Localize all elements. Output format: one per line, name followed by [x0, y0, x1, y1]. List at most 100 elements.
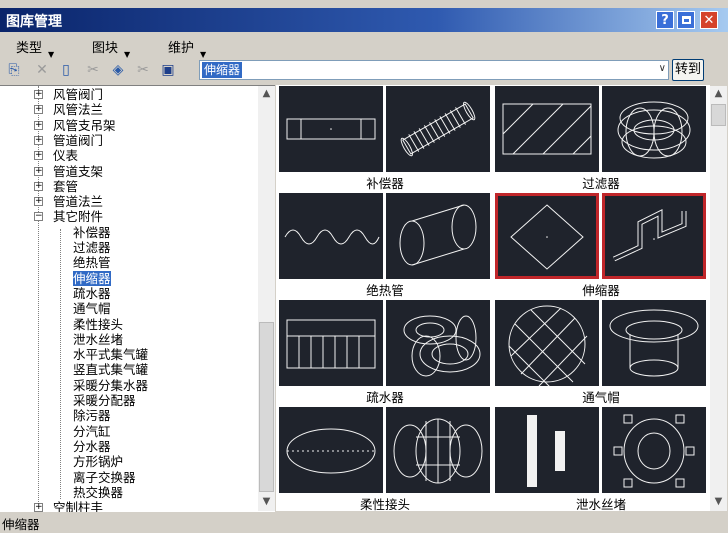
gallery-scrollbar-thumb[interactable] — [711, 104, 726, 126]
tree-node[interactable]: 管道阀门 — [53, 133, 103, 148]
menu-maintain[interactable]: 维护 ▼ — [168, 37, 206, 59]
tree-expander[interactable]: + — [34, 151, 43, 161]
scroll-up-icon[interactable]: ▲ — [710, 88, 727, 99]
scroll-down-icon[interactable]: ▼ — [258, 496, 275, 507]
tree-node[interactable]: 其它附件 — [53, 209, 103, 224]
tree-leaf[interactable]: 采暖分配器 — [73, 393, 136, 408]
tree-expander[interactable]: + — [34, 166, 43, 176]
delete-button[interactable]: ✕ — [32, 60, 52, 80]
tree-node-label: 套管 — [53, 178, 79, 194]
compensator-3d-icon[interactable] — [386, 86, 490, 172]
tree-expander[interactable]: − — [34, 212, 43, 222]
tree-leaf-label: 伸缩器 — [73, 270, 111, 286]
tree-leaf[interactable]: 通气帽 — [73, 301, 111, 316]
tree-node[interactable]: 仪表 — [53, 148, 78, 163]
gallery-item[interactable]: 泄水丝堵 — [495, 407, 707, 511]
tree-node[interactable]: 风管法兰 — [53, 102, 103, 117]
new-button[interactable]: ▯ — [56, 60, 76, 80]
tree-node[interactable]: 风管支吊架 — [53, 118, 116, 133]
insulated-pipe-2d-icon[interactable] — [279, 193, 383, 279]
tree-scrollbar-thumb[interactable] — [259, 322, 274, 492]
tree-node[interactable]: 管道法兰 — [53, 194, 103, 209]
cut-button[interactable]: ✂ — [83, 60, 103, 80]
tree-expander[interactable]: + — [34, 120, 43, 130]
insert-block-button[interactable]: ⎘ — [4, 60, 24, 80]
gallery-item[interactable]: 通气帽 — [495, 300, 707, 405]
gallery-scrollbar[interactable]: ▲ ▼ — [710, 86, 727, 511]
tree-scrollbar[interactable]: ▲ ▼ — [258, 86, 275, 511]
tree-leaf[interactable]: 过滤器 — [73, 240, 111, 255]
tree-leaf-label: 泄水丝堵 — [73, 331, 124, 347]
insert-block-icon: ⎘ — [8, 62, 20, 78]
tree-leaf[interactable]: 疏水器 — [73, 286, 111, 301]
filter-3d-icon[interactable] — [602, 86, 706, 172]
tree-leaf[interactable]: 分水器 — [73, 439, 111, 454]
gallery-item[interactable]: 过滤器 — [495, 86, 707, 191]
gallery-item[interactable]: 绝热管 — [279, 193, 491, 298]
tree-leaf[interactable]: 除污器 — [73, 408, 111, 423]
tree-node-label: 管道法兰 — [53, 194, 104, 210]
tree-leaf[interactable]: 柔性接头 — [73, 317, 123, 332]
tree-expander[interactable]: + — [34, 105, 43, 115]
steam-trap-3d-icon[interactable] — [386, 300, 490, 386]
vent-cap-2d-icon[interactable] — [495, 300, 599, 386]
tree-guide-line — [60, 229, 61, 499]
tree-leaf[interactable]: 水平式集气罐 — [73, 347, 148, 362]
tree-guide-line — [38, 86, 39, 506]
close-button[interactable]: ✕ — [700, 11, 718, 29]
tree-expander[interactable]: + — [34, 135, 43, 145]
title-bar[interactable]: 图库管理 ? ✕ — [0, 8, 728, 32]
tree-node[interactable]: 空制柱丰 — [53, 500, 103, 512]
drain-plug-2d-icon[interactable] — [495, 407, 599, 493]
paste-icon: ✂ — [137, 62, 149, 78]
tree-leaf[interactable]: 补偿器 — [73, 225, 111, 240]
tree-leaf-label: 方形锅炉 — [73, 454, 124, 470]
menu-block[interactable]: 图块 ▼ — [92, 37, 130, 59]
vent-cap-3d-icon[interactable] — [602, 300, 706, 386]
tree-leaf[interactable]: 伸缩器 — [73, 270, 111, 286]
gallery-item[interactable]: 伸缩器 — [495, 193, 707, 298]
tree-leaf[interactable]: 采暖分集水器 — [73, 378, 148, 393]
tree-node[interactable]: 套管 — [53, 179, 78, 194]
tree-leaf[interactable]: 离子交换器 — [73, 470, 136, 485]
tree-leaf[interactable]: 方形锅炉 — [73, 454, 123, 469]
chevron-down-icon[interactable]: ∨ — [659, 63, 666, 74]
tree-node[interactable]: 管道支架 — [53, 164, 103, 179]
tree-expander[interactable]: + — [34, 90, 43, 99]
scroll-down-icon[interactable]: ▼ — [710, 496, 727, 507]
tree-leaf[interactable]: 竖直式集气罐 — [73, 362, 148, 377]
drain-plug-3d-icon[interactable] — [602, 407, 706, 493]
search-combo[interactable]: 伸缩器 ∨ — [199, 60, 669, 80]
menu-label: 维护 — [168, 41, 195, 56]
tree-leaf[interactable]: 绝热管 — [73, 255, 111, 270]
tree-leaf[interactable]: 热交换器 — [73, 485, 123, 500]
compensator-2d-icon[interactable] — [279, 86, 383, 172]
flexible-joint-3d-icon[interactable] — [386, 407, 490, 493]
expansion-joint-3d-icon[interactable] — [602, 193, 706, 279]
flexible-joint-2d-icon[interactable] — [279, 407, 383, 493]
tree-leaf[interactable]: 泄水丝堵 — [73, 332, 123, 347]
save-button[interactable]: ▣ — [158, 60, 178, 80]
tree-node[interactable]: 风管阀门 — [53, 87, 103, 102]
expansion-joint-2d-icon[interactable] — [495, 193, 599, 279]
maximize-button[interactable] — [677, 11, 695, 29]
tree-expander[interactable]: + — [34, 503, 43, 512]
insulated-pipe-3d-icon[interactable] — [386, 193, 490, 279]
tree-leaf-label: 柔性接头 — [73, 316, 124, 332]
help-button[interactable]: ? — [656, 11, 674, 29]
tree-node-label: 风管阀门 — [53, 87, 104, 102]
paste-button[interactable]: ✂ — [133, 60, 153, 80]
tree-leaf-label: 竖直式集气罐 — [73, 362, 149, 378]
filter-2d-icon[interactable] — [495, 86, 599, 172]
go-button[interactable]: 转到 — [672, 59, 704, 81]
gallery-item[interactable]: 疏水器 — [279, 300, 491, 405]
tree-expander[interactable]: + — [34, 197, 43, 207]
gallery-item[interactable]: 柔性接头 — [279, 407, 491, 511]
scroll-up-icon[interactable]: ▲ — [258, 88, 275, 99]
gallery-item[interactable]: 补偿器 — [279, 86, 491, 191]
view-3d-button[interactable]: ◈ — [108, 60, 128, 80]
menu-type[interactable]: 类型 ▼ — [16, 37, 54, 59]
tree-leaf[interactable]: 分汽缸 — [73, 424, 111, 439]
tree-expander[interactable]: + — [34, 181, 43, 191]
steam-trap-2d-icon[interactable] — [279, 300, 383, 386]
